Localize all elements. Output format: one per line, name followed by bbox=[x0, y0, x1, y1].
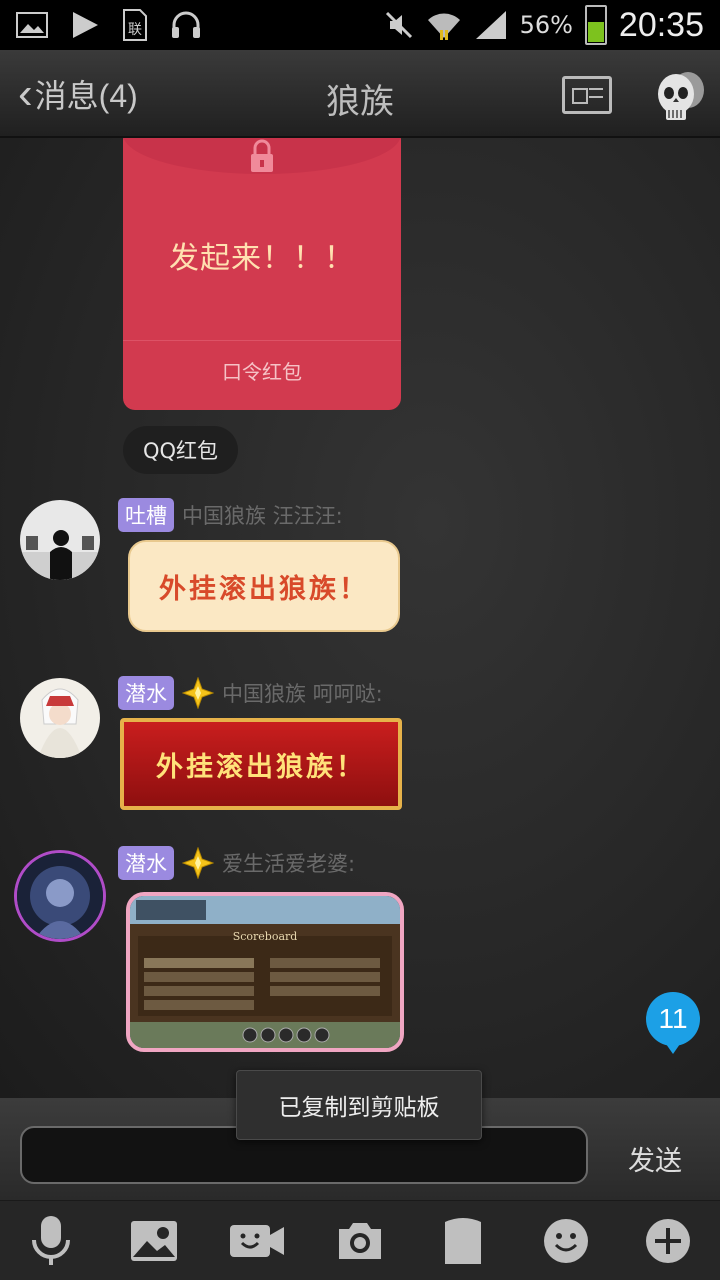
avatar[interactable] bbox=[14, 850, 106, 942]
skull-icon[interactable] bbox=[654, 66, 706, 128]
photo-icon[interactable] bbox=[124, 1211, 184, 1271]
image-message[interactable]: Scoreboard bbox=[126, 892, 404, 1052]
battery-percent: 56% bbox=[519, 11, 573, 39]
lock-icon bbox=[251, 139, 273, 172]
status-bar: 联 56% 20:35 bbox=[0, 0, 720, 50]
send-button[interactable]: 发送 bbox=[610, 1136, 700, 1180]
red-envelope-message: 发起来！！！ bbox=[169, 241, 355, 276]
plus-icon[interactable] bbox=[638, 1211, 698, 1271]
star-icon bbox=[182, 677, 214, 709]
gallery-icon bbox=[16, 12, 48, 38]
toast-message: 已复制到剪贴板 bbox=[236, 1070, 482, 1140]
sender-name[interactable]: 中国狼族 呵呵哒: bbox=[222, 678, 383, 708]
red-envelope-source-tag: QQ红包 bbox=[123, 426, 239, 474]
game-screenshot-image: Scoreboard bbox=[130, 896, 400, 1048]
divider bbox=[123, 340, 401, 341]
avatar-image bbox=[20, 500, 100, 580]
wifi-icon bbox=[427, 13, 460, 40]
avatar-image bbox=[20, 678, 100, 758]
message-row: 吐槽 中国狼族 汪汪汪: 外挂滚出狼族！ bbox=[0, 498, 720, 640]
red-envelope-type: 口令红包 bbox=[222, 360, 302, 384]
chat-area[interactable]: 发起来！！！ 口令红包 QQ红包 吐槽 中国狼族 汪汪汪: 外挂滚出狼族！ 潜水… bbox=[0, 138, 720, 1098]
video-icon[interactable] bbox=[227, 1211, 287, 1271]
file-icon[interactable] bbox=[433, 1211, 493, 1271]
avatar[interactable] bbox=[20, 678, 100, 758]
clock: 20:35 bbox=[618, 5, 704, 44]
sender-name[interactable]: 中国狼族 汪汪汪: bbox=[182, 500, 343, 530]
message-meta: 吐槽 中国狼族 汪汪汪: bbox=[118, 498, 343, 532]
signal-icon bbox=[475, 11, 506, 39]
image-title: Scoreboard bbox=[233, 930, 298, 943]
message-row: 潜水 中国狼族 呵呵哒: 外挂滚出狼族！ bbox=[0, 676, 720, 838]
sticker-bubble[interactable]: 外挂滚出狼族！ bbox=[128, 540, 400, 632]
unread-count-badge[interactable]: 11 bbox=[646, 992, 700, 1054]
back-label: 消息(4) bbox=[34, 78, 138, 114]
red-envelope-card[interactable]: 发起来！！！ 口令红包 bbox=[123, 138, 401, 410]
camera-icon[interactable] bbox=[330, 1211, 390, 1271]
group-profile-card-icon[interactable] bbox=[562, 76, 612, 114]
svg-text:联: 联 bbox=[128, 22, 142, 38]
chevron-left-icon: ‹ bbox=[18, 69, 33, 118]
sticker-bubble[interactable]: 外挂滚出狼族！ bbox=[120, 718, 402, 810]
back-button[interactable]: ‹ 消息(4) bbox=[18, 70, 138, 118]
title-bar: ‹ 消息(4) 狼族 bbox=[0, 50, 720, 138]
avatar[interactable] bbox=[20, 500, 100, 580]
mute-icon bbox=[385, 11, 412, 39]
battery-icon bbox=[584, 5, 607, 45]
emoji-icon[interactable] bbox=[536, 1211, 596, 1271]
member-title-badge: 吐槽 bbox=[118, 498, 174, 532]
headset-icon bbox=[172, 11, 200, 38]
bottom-toolbar bbox=[0, 1200, 720, 1280]
member-title-badge: 潜水 bbox=[118, 846, 174, 880]
microphone-icon[interactable] bbox=[21, 1211, 81, 1271]
message-row: 潜水 爱生活爱老婆: Scoreboard bbox=[0, 846, 720, 1078]
member-title-badge: 潜水 bbox=[118, 676, 174, 710]
sim-icon: 联 bbox=[123, 9, 147, 41]
sender-name[interactable]: 爱生活爱老婆: bbox=[222, 848, 355, 878]
play-icon bbox=[73, 12, 98, 38]
avatar-image bbox=[17, 853, 103, 939]
star-icon bbox=[182, 847, 214, 879]
status-notifications: 联 bbox=[16, 8, 202, 42]
status-system: 56% 20:35 bbox=[384, 5, 704, 45]
page-title: 狼族 bbox=[326, 82, 394, 122]
message-meta: 潜水 爱生活爱老婆: bbox=[118, 846, 355, 880]
message-meta: 潜水 中国狼族 呵呵哒: bbox=[118, 676, 383, 710]
